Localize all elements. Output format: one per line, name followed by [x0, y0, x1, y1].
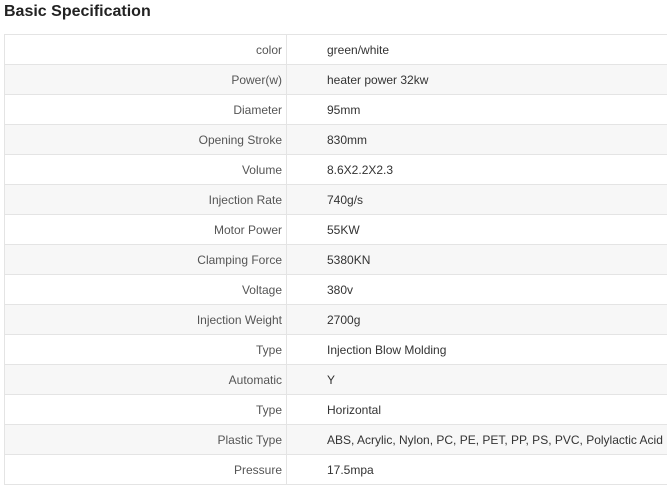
table-row: Plastic Type ABS, Acrylic, Nylon, PC, PE… [5, 425, 667, 455]
spec-value: 2700g [287, 305, 667, 335]
spec-label: Voltage [5, 275, 287, 305]
spec-label: Plastic Type [5, 425, 287, 455]
spec-label: Clamping Force [5, 245, 287, 275]
table-row: Pressure 17.5mpa [5, 455, 667, 485]
spec-label: Injection Rate [5, 185, 287, 215]
table-row: Injection Rate 740g/s [5, 185, 667, 215]
spec-value: 55KW [287, 215, 667, 245]
table-row: Motor Power 55KW [5, 215, 667, 245]
spec-value: Y [287, 365, 667, 395]
spec-label: Automatic [5, 365, 287, 395]
spec-label: Motor Power [5, 215, 287, 245]
table-row: Voltage 380v [5, 275, 667, 305]
section-title: Basic Specification [4, 3, 151, 21]
spec-label: Volume [5, 155, 287, 185]
spec-value: 380v [287, 275, 667, 305]
spec-value: 5380KN [287, 245, 667, 275]
spec-label: Injection Weight [5, 305, 287, 335]
specification-table: color green/white Power(w) heater power … [4, 34, 667, 485]
table-row: Automatic Y [5, 365, 667, 395]
table-row: Injection Weight 2700g [5, 305, 667, 335]
spec-value: Injection Blow Molding [287, 335, 667, 365]
spec-value: 95mm [287, 95, 667, 125]
spec-value: 830mm [287, 125, 667, 155]
spec-label: Type [5, 395, 287, 425]
spec-value: ABS, Acrylic, Nylon, PC, PE, PET, PP, PS… [287, 425, 667, 455]
spec-value: heater power 32kw [287, 65, 667, 95]
spec-label: Type [5, 335, 287, 365]
spec-label: Opening Stroke [5, 125, 287, 155]
table-row: Diameter 95mm [5, 95, 667, 125]
spec-value: 17.5mpa [287, 455, 667, 485]
spec-label: color [5, 35, 287, 65]
spec-value: 740g/s [287, 185, 667, 215]
table-row: Clamping Force 5380KN [5, 245, 667, 275]
table-row: Type Injection Blow Molding [5, 335, 667, 365]
spec-label: Power(w) [5, 65, 287, 95]
spec-value: Horizontal [287, 395, 667, 425]
table-row: Opening Stroke 830mm [5, 125, 667, 155]
table-row: Type Horizontal [5, 395, 667, 425]
table-row: Power(w) heater power 32kw [5, 65, 667, 95]
table-row: Volume 8.6X2.2X2.3 [5, 155, 667, 185]
spec-value: 8.6X2.2X2.3 [287, 155, 667, 185]
spec-label: Diameter [5, 95, 287, 125]
table-row: color green/white [5, 35, 667, 65]
spec-value: green/white [287, 35, 667, 65]
spec-label: Pressure [5, 455, 287, 485]
